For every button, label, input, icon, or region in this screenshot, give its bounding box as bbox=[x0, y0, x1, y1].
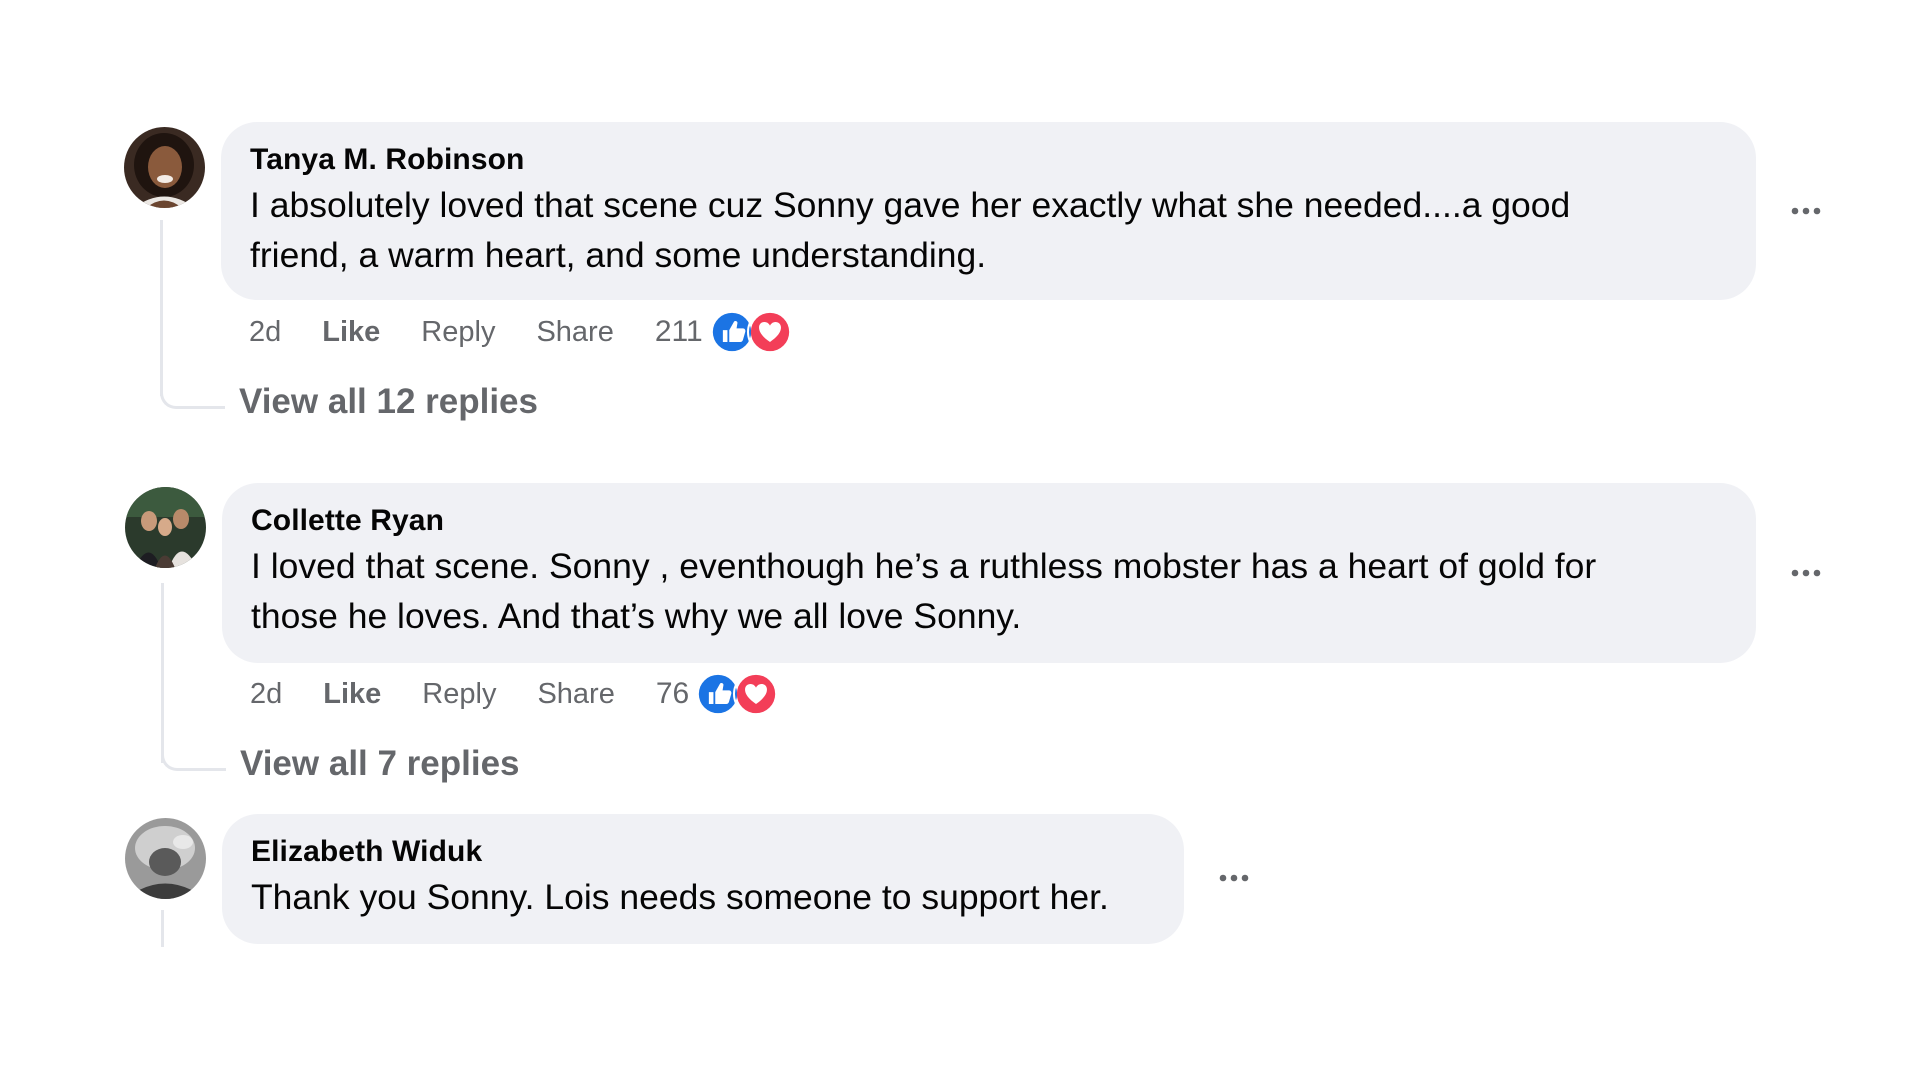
reactions-summary[interactable]: 211 bbox=[655, 309, 793, 355]
comment-text: I loved that scene. Sonny , eventhough h… bbox=[251, 541, 1726, 641]
thread-connector-curve bbox=[161, 732, 226, 771]
more-dots-icon bbox=[1791, 569, 1821, 577]
love-icon bbox=[733, 671, 780, 717]
like-button[interactable]: Like bbox=[323, 678, 381, 711]
comment-author[interactable]: Tanya M. Robinson bbox=[250, 142, 1726, 178]
comment-author[interactable]: Elizabeth Widuk bbox=[251, 834, 1154, 870]
comment-bubble: Elizabeth Widuk Thank you Sonny. Lois ne… bbox=[222, 814, 1184, 944]
share-button[interactable]: Share bbox=[537, 678, 614, 711]
comment-text-line: I absolutely loved that scene cuz Sonny … bbox=[250, 185, 1571, 225]
comment-bubble: Tanya M. Robinson I absolutely loved tha… bbox=[221, 122, 1756, 300]
comment-text: I absolutely loved that scene cuz Sonny … bbox=[250, 180, 1726, 280]
comment-text-line: I loved that scene. Sonny , eventhough h… bbox=[251, 546, 1597, 586]
comment-text-line: those he loves. And that’s why we all lo… bbox=[251, 596, 1022, 636]
reactions-summary[interactable]: 76 bbox=[655, 671, 780, 717]
avatar[interactable] bbox=[125, 818, 206, 899]
comment-actions: 2d Like Reply Share 76 bbox=[250, 669, 780, 719]
thread-connector bbox=[161, 910, 164, 947]
reaction-count: 76 bbox=[655, 677, 690, 710]
thread-connector-curve bbox=[160, 370, 225, 409]
more-options-button[interactable] bbox=[1778, 191, 1834, 231]
more-options-button[interactable] bbox=[1206, 858, 1262, 898]
comment-bubble: Collette Ryan I loved that scene. Sonny … bbox=[222, 483, 1756, 663]
more-dots-icon bbox=[1791, 207, 1821, 215]
like-button[interactable]: Like bbox=[322, 316, 380, 349]
more-options-button[interactable] bbox=[1778, 553, 1834, 593]
comment-actions: 2d Like Reply Share 211 bbox=[249, 307, 793, 357]
avatar-photo-elizabeth bbox=[125, 818, 206, 899]
love-icon bbox=[746, 309, 793, 355]
comment-text: Thank you Sonny. Lois needs someone to s… bbox=[251, 872, 1154, 922]
comment-text-line: Thank you Sonny. Lois needs someone to s… bbox=[251, 877, 1109, 917]
view-replies-link[interactable]: View all 7 replies bbox=[240, 742, 520, 786]
comment-timestamp[interactable]: 2d bbox=[250, 678, 282, 711]
share-button[interactable]: Share bbox=[536, 316, 613, 349]
comment-timestamp[interactable]: 2d bbox=[249, 316, 281, 349]
more-dots-icon bbox=[1219, 874, 1249, 882]
avatar-photo-tanya bbox=[124, 127, 205, 208]
comment-text-line: friend, a warm heart, and some understan… bbox=[250, 235, 987, 275]
reply-button[interactable]: Reply bbox=[422, 678, 496, 711]
avatar[interactable] bbox=[124, 127, 205, 208]
avatar-photo-collette bbox=[125, 487, 206, 568]
comment-author[interactable]: Collette Ryan bbox=[251, 503, 1726, 539]
reaction-count: 211 bbox=[654, 315, 703, 348]
view-replies-link[interactable]: View all 12 replies bbox=[239, 380, 538, 424]
avatar[interactable] bbox=[125, 487, 206, 568]
reply-button[interactable]: Reply bbox=[421, 316, 495, 349]
